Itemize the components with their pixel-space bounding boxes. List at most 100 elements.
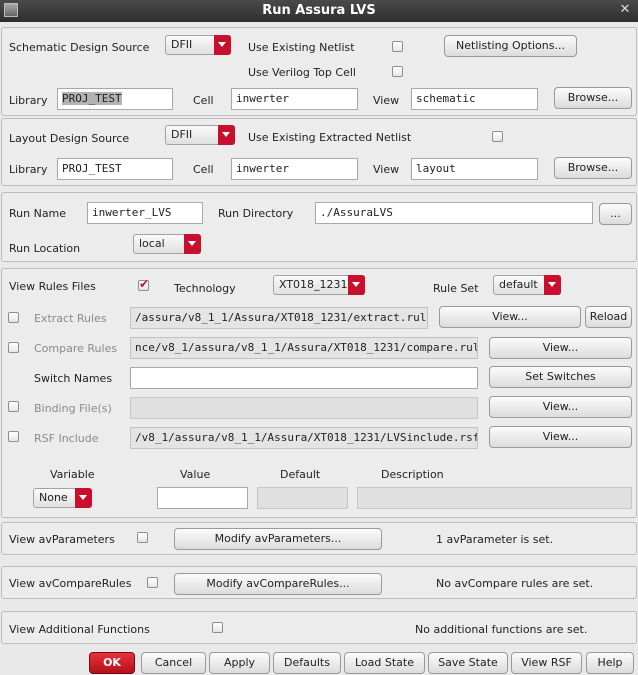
schematic-source-value: DFII <box>171 38 193 51</box>
layout-library-field[interactable]: PROJ_TEST <box>57 158 173 180</box>
layout-view-field[interactable]: layout <box>411 158 538 180</box>
extract-rules-field[interactable]: /assura/v8_1_1/Assura/XT018_1231/extract… <box>130 307 428 329</box>
rsf-include-field[interactable]: /v8_1/assura/v8_1_1/Assura/XT018_1231/LV… <box>130 427 478 449</box>
schematic-view-field[interactable]: schematic <box>411 88 538 110</box>
layout-cell-field[interactable]: inwerter <box>231 158 358 180</box>
value-header: Value <box>180 468 211 481</box>
variable-header: Variable <box>50 468 95 481</box>
set-switches-button[interactable]: Set Switches <box>489 366 632 388</box>
modify-avcomparerules-button[interactable]: Modify avCompareRules... <box>174 573 382 595</box>
switch-names-label: Switch Names <box>34 372 113 385</box>
avparameters-status: 1 avParameter is set. <box>436 533 554 546</box>
use-extracted-netlist-checkbox[interactable] <box>492 131 503 142</box>
ok-button[interactable]: OK <box>89 652 135 674</box>
view-avparameters-label: View avParameters <box>9 533 115 546</box>
chevron-down-icon <box>214 35 231 55</box>
use-existing-netlist-label: Use Existing Netlist <box>248 41 355 54</box>
run-directory-field[interactable]: ./AssuraLVS <box>315 202 593 224</box>
defaults-button[interactable]: Defaults <box>273 652 341 674</box>
layout-cell-label: Cell <box>193 163 214 176</box>
run-location-label: Run Location <box>9 242 81 255</box>
title-bar: Run Assura LVS ✕ <box>0 0 638 22</box>
schematic-browse-button[interactable]: Browse... <box>554 87 632 109</box>
rsf-include-label: RSF Include <box>34 432 99 445</box>
compare-rules-field[interactable]: nce/v8_1/assura/v8_1_1/Assura/XT018_1231… <box>130 337 478 359</box>
technology-value: XT018_1231 <box>279 278 348 291</box>
save-state-button[interactable]: Save State <box>428 652 508 674</box>
layout-source-select[interactable]: DFII <box>165 125 235 145</box>
binding-files-view-button[interactable]: View... <box>489 396 632 418</box>
description-header: Description <box>381 468 444 481</box>
view-rules-files-checkbox[interactable] <box>138 277 149 291</box>
modify-avparameters-button[interactable]: Modify avParameters... <box>174 528 382 550</box>
netlisting-options-button[interactable]: Netlisting Options... <box>444 35 577 57</box>
load-state-button[interactable]: Load State <box>344 652 425 674</box>
technology-label: Technology <box>174 282 236 295</box>
compare-rules-view-button[interactable]: View... <box>489 337 632 359</box>
run-location-value: local <box>139 237 165 250</box>
binding-files-label: Binding File(s) <box>34 402 112 415</box>
run-name-field[interactable]: inwerter_LVS <box>87 202 203 224</box>
binding-files-field <box>130 397 478 419</box>
extract-rules-label: Extract Rules <box>34 312 107 325</box>
window-title: Run Assura LVS <box>262 3 376 18</box>
use-existing-netlist-checkbox[interactable] <box>392 41 403 52</box>
rule-set-label: Rule Set <box>433 282 479 295</box>
help-button[interactable]: Help <box>586 652 634 674</box>
extract-rules-checkbox[interactable] <box>8 312 19 323</box>
chevron-down-icon <box>348 275 365 295</box>
run-directory-label: Run Directory <box>218 207 294 220</box>
extract-rules-view-button[interactable]: View... <box>439 306 581 328</box>
schematic-source-label: Schematic Design Source <box>9 41 150 54</box>
variable-value-field[interactable] <box>157 487 248 509</box>
rsf-include-checkbox[interactable] <box>8 431 19 442</box>
technology-select[interactable]: XT018_1231 <box>273 275 365 295</box>
avcompare-status: No avCompare rules are set. <box>436 577 594 590</box>
rsf-include-view-button[interactable]: View... <box>489 426 632 448</box>
variable-select[interactable]: None <box>33 488 92 508</box>
view-avparameters-checkbox[interactable] <box>137 532 148 543</box>
view-rsf-button[interactable]: View RSF <box>511 652 582 674</box>
rule-set-value: default <box>499 278 538 291</box>
switch-names-field[interactable] <box>130 367 478 389</box>
rule-set-select[interactable]: default <box>493 275 561 295</box>
view-rules-files-label: View Rules Files <box>9 280 96 293</box>
variable-default-field <box>257 487 348 509</box>
cancel-button[interactable]: Cancel <box>141 652 206 674</box>
variable-value: None <box>39 491 68 504</box>
chevron-down-icon <box>544 275 561 295</box>
additional-functions-status: No additional functions are set. <box>415 623 588 636</box>
layout-source-value: DFII <box>171 128 193 141</box>
chevron-down-icon <box>75 488 92 508</box>
chevron-down-icon <box>184 234 201 254</box>
view-additional-functions-label: View Additional Functions <box>9 623 150 636</box>
use-extracted-netlist-label: Use Existing Extracted Netlist <box>248 131 412 144</box>
default-header: Default <box>280 468 321 481</box>
schematic-library-field[interactable]: PROJ_TEST <box>57 88 173 110</box>
schematic-library-value: PROJ_TEST <box>62 92 122 105</box>
use-verilog-checkbox[interactable] <box>392 66 403 77</box>
compare-rules-label: Compare Rules <box>34 342 118 355</box>
use-verilog-label: Use Verilog Top Cell <box>248 66 356 79</box>
layout-browse-button[interactable]: Browse... <box>554 157 632 179</box>
run-location-select[interactable]: local <box>133 234 201 254</box>
run-directory-browse-button[interactable]: ... <box>599 203 632 225</box>
close-icon[interactable]: ✕ <box>617 2 633 18</box>
layout-source-label: Layout Design Source <box>9 132 130 145</box>
view-additional-functions-checkbox[interactable] <box>212 622 223 633</box>
layout-library-label: Library <box>9 163 48 176</box>
compare-rules-checkbox[interactable] <box>8 342 19 353</box>
reload-button[interactable]: Reload <box>585 306 632 328</box>
variable-description-field <box>357 487 632 509</box>
schematic-source-select[interactable]: DFII <box>165 35 231 55</box>
schematic-cell-field[interactable]: inwerter <box>231 88 358 110</box>
binding-files-checkbox[interactable] <box>8 401 19 412</box>
layout-view-label: View <box>373 163 400 176</box>
schematic-library-label: Library <box>9 94 48 107</box>
run-name-label: Run Name <box>9 207 67 220</box>
schematic-cell-label: Cell <box>193 94 214 107</box>
schematic-view-label: View <box>373 94 400 107</box>
view-avcomparerules-checkbox[interactable] <box>147 577 158 588</box>
apply-button[interactable]: Apply <box>209 652 270 674</box>
chevron-down-icon <box>218 125 235 145</box>
